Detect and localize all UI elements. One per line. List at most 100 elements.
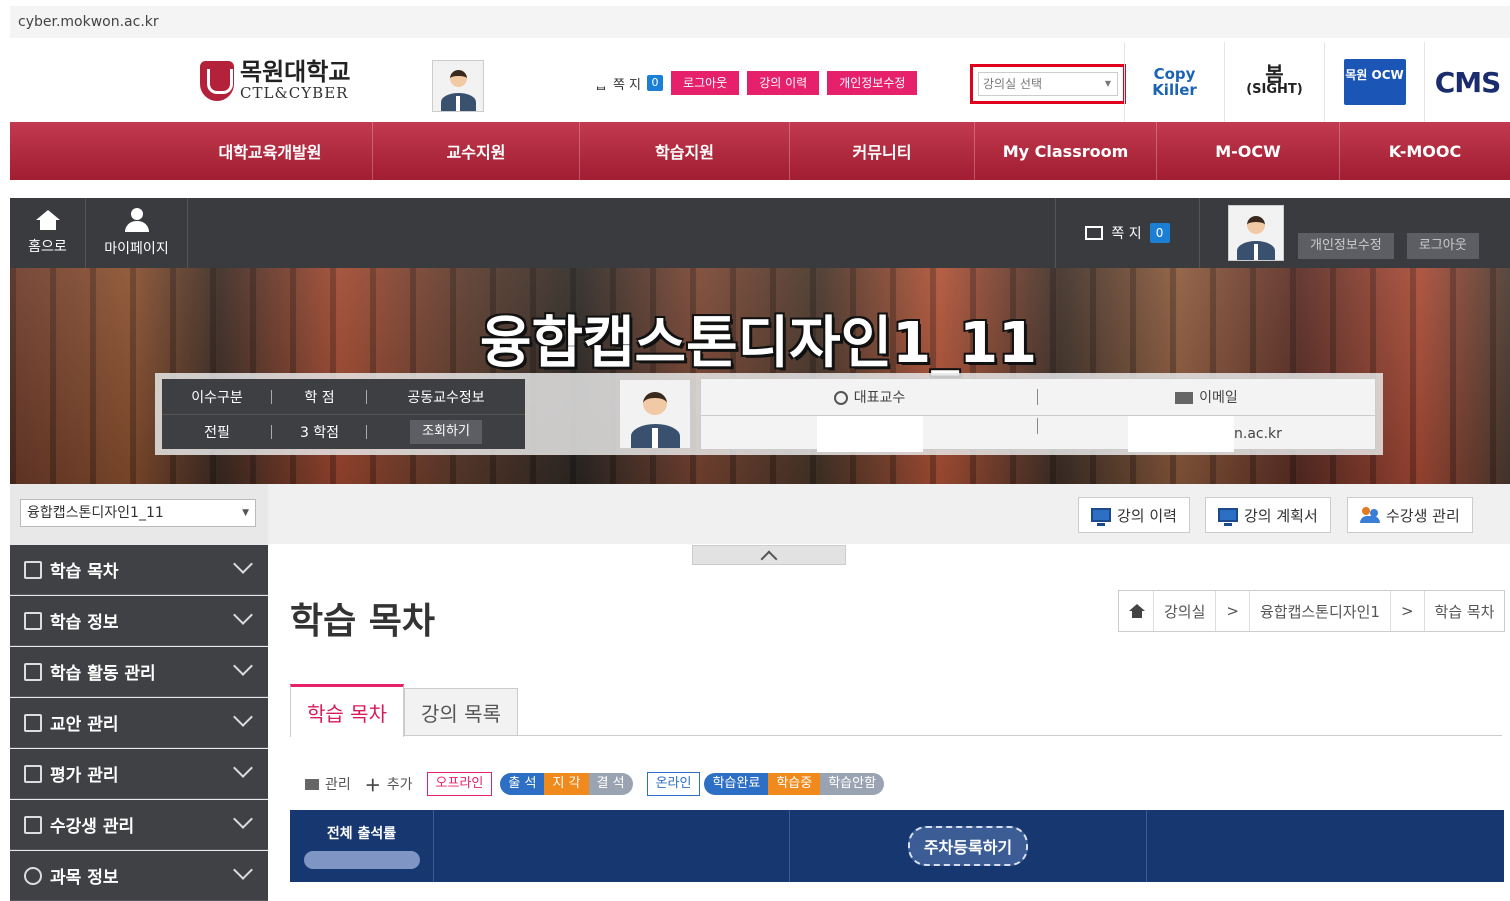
logo-main-text: 목원대학교 — [240, 57, 351, 86]
student-list-icon — [24, 815, 42, 834]
course-history-button[interactable]: 강의 이력 — [747, 71, 820, 95]
clipboard-icon — [24, 713, 42, 732]
sidebar-item-course-info[interactable]: 과목 정보 — [10, 851, 268, 901]
email-value: n.ac.kr — [1234, 425, 1282, 442]
grid-column-register: 주차등록하기 — [790, 810, 1147, 882]
breadcrumb-separator: > — [1216, 591, 1250, 631]
nav-item-my-classroom[interactable]: My Classroom — [975, 122, 1157, 180]
syllabus-shortcut-label: 강의 계획서 — [1244, 506, 1318, 525]
legend-in-progress: 학습중 — [768, 773, 821, 795]
student-mgmt-shortcut[interactable]: 수강생 관리 — [1347, 497, 1473, 533]
page-title: 학습 목차 — [290, 601, 436, 642]
view-co-professor-button[interactable]: 조회하기 — [410, 420, 482, 444]
chevron-down-icon — [233, 707, 253, 727]
tab-learning-toc[interactable]: 학습 목차 — [290, 684, 404, 737]
classroom-message-count: 0 — [1149, 223, 1170, 243]
home-button[interactable]: 홈으로 — [10, 198, 86, 268]
classroom-header: 홈으로 마이페이지 쪽 지 0 개인정보수정 로그아웃 — [10, 198, 1510, 268]
chevron-down-icon — [233, 860, 253, 880]
professor-info: 대표교수 이메일 n.ac.kr — [700, 378, 1376, 452]
content-toolbar: 강의 이력 강의 계획서 수강생 관리 — [268, 484, 1510, 544]
legend-completed: 학습완료 — [704, 773, 769, 795]
breadcrumb-item-classroom[interactable]: 강의실 — [1154, 591, 1217, 631]
sidebar-course-select[interactable]: 융합캡스톤디자인1_11 — [20, 499, 256, 527]
collapse-banner-toggle[interactable] — [692, 545, 846, 565]
ocw-link[interactable]: 목원 OCW — [1324, 42, 1424, 122]
message-label[interactable]: 쪽 지 — [613, 74, 641, 93]
nav-item-education-dev[interactable]: 대학교육개발원 — [168, 122, 373, 180]
professor-photo — [619, 379, 691, 449]
sight-logo-main: 봄 — [1265, 62, 1284, 86]
classroom-user-avatar — [1228, 205, 1284, 261]
sidebar-item-learning-toc[interactable]: 학습 목차 — [10, 545, 268, 595]
breadcrumb-separator: > — [1391, 591, 1425, 631]
attendance-column: 전체 출석률 — [290, 810, 434, 882]
chevron-down-icon — [233, 758, 253, 778]
course-type-header: 이수구분 — [162, 387, 272, 407]
legend-attend: 출 석 — [500, 773, 545, 795]
course-info-card: 이수구분 학 점 공동교수정보 전필 3 학점 조회하기 대표교수 이메일 n.… — [155, 373, 1383, 455]
sidebar-item-activity-mgmt[interactable]: 학습 활동 관리 — [10, 647, 268, 697]
sidebar-item-students[interactable]: 수강생 관리 — [10, 800, 268, 850]
message-icon[interactable]: ᆸ — [595, 74, 607, 93]
breadcrumb-item-current: 학습 목차 — [1434, 602, 1495, 621]
toc-grid-header: 전체 출석률 주차등록하기 — [290, 810, 1504, 882]
copykiller-link[interactable]: Copy Killer — [1124, 42, 1224, 122]
message-count-badge: 0 — [647, 75, 664, 91]
classroom-logout-button[interactable]: 로그아웃 — [1406, 233, 1479, 259]
nav-item-faculty-support[interactable]: 교수지원 — [373, 122, 580, 180]
site-header: 목원대학교 CTL&CYBER ᆸ 쪽 지 0 로그아웃 강의 이력 개인정보수… — [10, 42, 1510, 122]
course-select-dropdown[interactable]: 강의실 선택 — [978, 72, 1118, 96]
university-seal-icon — [200, 60, 234, 101]
manage-button[interactable]: 관리 — [305, 774, 351, 794]
address-bar[interactable]: cyber.mokwon.ac.kr — [10, 6, 1510, 38]
sidebar-item-label: 수강생 관리 — [50, 817, 135, 837]
cms-link[interactable]: CMS — [1424, 42, 1510, 122]
add-button[interactable]: ＋ 추가 — [365, 772, 413, 796]
sidebar-item-evaluation[interactable]: 평가 관리 — [10, 749, 268, 799]
sight-logo-sub: (SIGHT) — [1246, 82, 1303, 97]
classroom-message-link[interactable]: 쪽 지 0 — [1055, 198, 1200, 268]
home-icon[interactable] — [1129, 604, 1145, 618]
syllabus-shortcut[interactable]: 강의 계획서 — [1205, 497, 1331, 533]
student-mgmt-shortcut-label: 수강생 관리 — [1386, 506, 1460, 525]
sidebar-item-label: 평가 관리 — [50, 766, 119, 786]
register-week-button[interactable]: 주차등록하기 — [907, 826, 1029, 866]
attendance-bar — [303, 851, 420, 869]
add-label: 추가 — [386, 777, 413, 793]
nav-item-community[interactable]: 커뮤니티 — [790, 122, 975, 180]
content-tabs: 학습 목차 강의 목록 — [290, 684, 1502, 737]
course-history-shortcut[interactable]: 강의 이력 — [1078, 497, 1190, 533]
classroom-edit-profile-button[interactable]: 개인정보수정 — [1298, 233, 1394, 259]
breadcrumb-item-course[interactable]: 융합캡스톤디자인1 — [1250, 591, 1391, 631]
chevron-down-icon — [233, 809, 253, 829]
credit-header: 학 점 — [272, 387, 367, 407]
edit-profile-button[interactable]: 개인정보수정 — [827, 71, 918, 95]
left-sidebar: 융합캡스톤디자인1_11 학습 목차 학습 정보 학습 활동 관리 교안 관리 … — [10, 484, 268, 901]
course-title: 융합캡스톤디자인1_11 — [480, 311, 1038, 376]
ocw-logo: 목원 OCW — [1343, 59, 1406, 105]
chevron-down-icon — [233, 656, 253, 676]
nav-item-k-mooc[interactable]: K-MOOC — [1340, 122, 1510, 180]
chevron-down-icon — [233, 554, 253, 574]
site-logo[interactable]: 목원대학교 CTL&CYBER — [200, 60, 350, 101]
sidebar-item-lecture-material[interactable]: 교안 관리 — [10, 698, 268, 748]
sight-link[interactable]: 봄 (SIGHT) — [1224, 42, 1324, 122]
logout-button[interactable]: 로그아웃 — [671, 71, 740, 95]
sidebar-item-learning-info[interactable]: 학습 정보 — [10, 596, 268, 646]
sidebar-item-label: 과목 정보 — [50, 868, 119, 888]
checkbox-icon — [24, 764, 42, 783]
mypage-button[interactable]: 마이페이지 — [86, 198, 188, 268]
nav-item-m-ocw[interactable]: M-OCW — [1157, 122, 1340, 180]
tab-lecture-list[interactable]: 강의 목록 — [404, 688, 518, 736]
course-credit-table: 이수구분 학 점 공동교수정보 전필 3 학점 조회하기 — [162, 379, 525, 449]
monitor-icon — [1091, 508, 1111, 526]
email-label: 이메일 — [1199, 390, 1238, 406]
credit-value: 3 학점 — [272, 422, 367, 442]
user-avatar — [432, 60, 484, 112]
online-legend-label: 온라인 — [646, 772, 701, 796]
nav-item-learning-support[interactable]: 학습지원 — [580, 122, 790, 180]
legend-absent: 결 석 — [588, 773, 633, 795]
chevron-down-icon — [233, 605, 253, 625]
grid-column-empty — [1147, 810, 1504, 882]
